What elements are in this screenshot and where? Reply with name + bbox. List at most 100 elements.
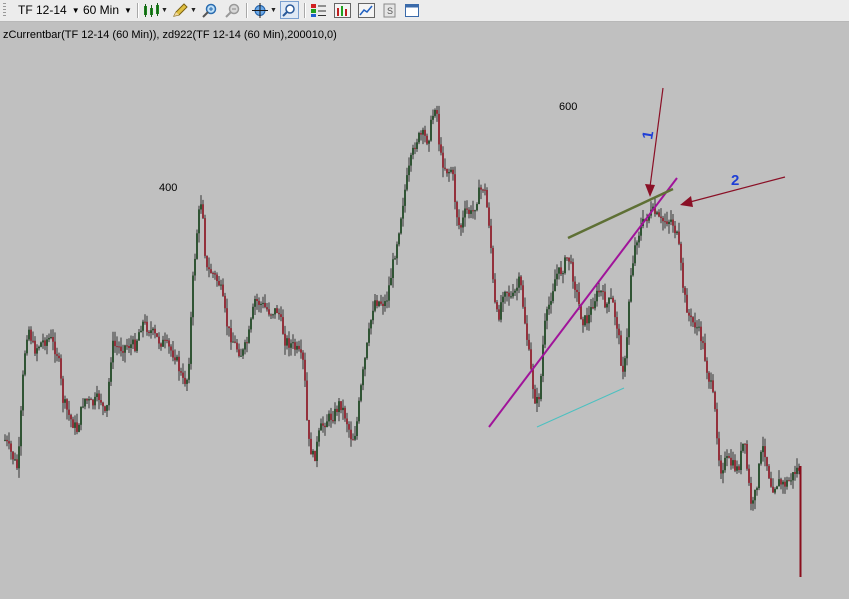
drawing-tool-button[interactable] (171, 1, 190, 19)
candle-body (732, 460, 734, 466)
candle-body (222, 284, 224, 296)
candle-body (726, 456, 728, 458)
toolbar-grip[interactable] (3, 3, 6, 18)
strategy-icon: S (383, 3, 396, 17)
zoom-in-icon (202, 3, 217, 18)
candle-body (702, 341, 704, 343)
candle-body (478, 187, 480, 204)
candle-body (452, 169, 454, 175)
candle-body (42, 340, 44, 343)
indicator-list-button[interactable] (309, 1, 328, 19)
candle-body (166, 339, 168, 341)
strategy-button[interactable]: S (380, 1, 399, 19)
candle-body (376, 300, 378, 306)
candle-body (130, 344, 132, 348)
symbol-dropdown[interactable]: TF 12-14 ▼ (18, 2, 80, 19)
candle-body (428, 140, 430, 144)
candle-body (506, 291, 508, 293)
candle-body (608, 297, 610, 304)
candle-body (770, 478, 772, 487)
candle-body (92, 399, 94, 406)
crosshair-button[interactable] (251, 1, 270, 19)
line-chart-button[interactable] (357, 1, 376, 19)
zoom-out-button[interactable] (223, 1, 242, 19)
candle-body (16, 459, 18, 469)
chevron-down-icon[interactable]: ▼ (161, 7, 168, 14)
candle-body (522, 285, 524, 307)
candle-body (370, 320, 372, 329)
magenta-trendline[interactable] (488, 177, 678, 428)
candle-body (500, 302, 502, 320)
candle-body (326, 421, 328, 428)
candle-body (186, 379, 188, 384)
candle-body (36, 348, 38, 354)
candle-body (508, 292, 510, 297)
candle-body (298, 345, 300, 350)
candle-body (252, 306, 254, 319)
candle-body (470, 210, 472, 214)
price-chart[interactable]: 400 600 1 2 (0, 22, 849, 599)
candlestick-series (4, 105, 802, 577)
candle-body (340, 401, 342, 411)
candle-body (564, 257, 566, 274)
candle-body (436, 110, 438, 114)
candle-body (472, 210, 474, 212)
chevron-down-icon[interactable]: ▼ (190, 7, 197, 14)
candle-body (442, 152, 444, 168)
candle-body (304, 359, 306, 381)
candle-body (390, 278, 392, 286)
candlestick-chart-button[interactable] (142, 1, 161, 19)
candle-body (78, 424, 80, 432)
candle-body (742, 443, 744, 451)
candle-body (324, 425, 326, 428)
candle-body (190, 317, 192, 364)
candle-body (140, 330, 142, 333)
candle-body (558, 267, 560, 274)
candle-body (126, 345, 128, 347)
candle-body (308, 420, 310, 439)
candle-body (684, 287, 686, 295)
candle-body (738, 466, 740, 470)
teal-trendline[interactable] (536, 387, 625, 428)
zoom-in-button[interactable] (200, 1, 219, 19)
candle-body (660, 216, 662, 218)
chart-toolbar: TF 12-14 ▼ 60 Min ▼ ▼ ▼ ▼ S (0, 0, 849, 22)
candle-body (790, 480, 792, 482)
candle-body (214, 273, 216, 275)
candle-body (682, 262, 684, 288)
toolbar-separator (304, 3, 306, 18)
candle-body (402, 205, 404, 219)
candle-body (780, 479, 782, 485)
candle-body (360, 385, 362, 401)
candle-body (172, 350, 174, 358)
chevron-down-icon[interactable]: ▼ (270, 7, 277, 14)
candle-body (458, 217, 460, 226)
bar-chart-button[interactable] (333, 1, 352, 19)
candle-body (196, 233, 198, 259)
window-button[interactable] (403, 1, 422, 19)
candle-body (336, 408, 338, 412)
candle-body (32, 340, 34, 342)
line-chart-icon (358, 2, 375, 18)
candle-body (762, 446, 764, 453)
candle-body (532, 368, 534, 390)
candle-body (164, 339, 166, 341)
candle-body (188, 363, 190, 380)
magnify-tool-button[interactable] (280, 1, 299, 19)
candle-body (104, 406, 106, 411)
arrow-1[interactable] (645, 87, 664, 197)
timeframe-dropdown[interactable]: 60 Min ▼ (83, 2, 132, 19)
candle-body (542, 344, 544, 376)
candle-body (182, 372, 184, 378)
candle-body (572, 262, 574, 282)
candle-body (518, 276, 520, 288)
candle-body (698, 326, 700, 328)
candle-body (338, 401, 340, 413)
candle-body (722, 470, 724, 474)
candle-body (294, 342, 296, 350)
candle-body (332, 420, 334, 422)
candle-body (456, 202, 458, 218)
candle-body (610, 297, 612, 299)
candle-body (156, 333, 158, 337)
candle-body (692, 317, 694, 323)
